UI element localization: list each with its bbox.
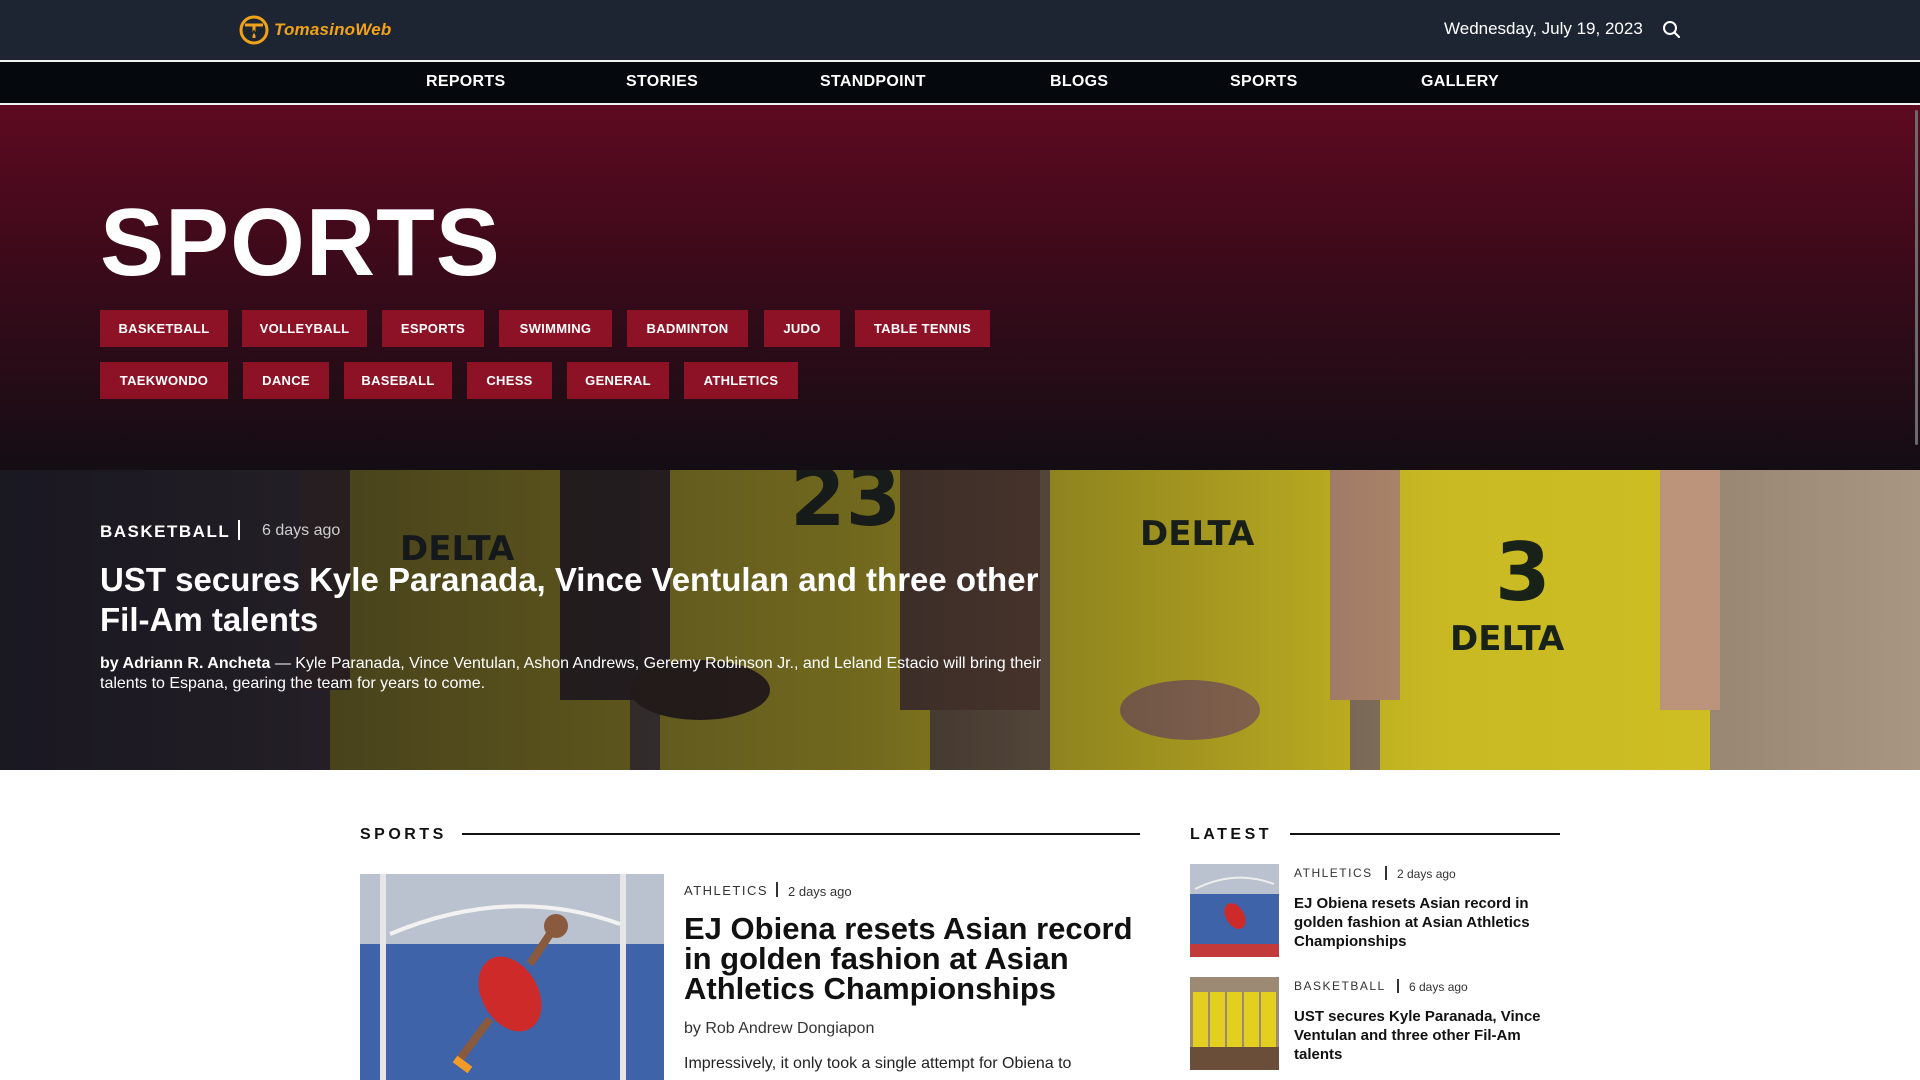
tag-swimming[interactable]: SWIMMING bbox=[499, 310, 612, 347]
featured-summary: by Adriann R. Ancheta — Kyle Paranada, V… bbox=[100, 654, 1060, 694]
top-bar: TomasinoWeb Wednesday, July 19, 2023 bbox=[0, 0, 1920, 60]
latest-item-title[interactable]: UST secures Kyle Paranada, Vince Ventula… bbox=[1294, 1007, 1564, 1064]
featured-story[interactable]: DELTA23DELTA3DELTA BASKETBALL 6 days ago… bbox=[0, 470, 1920, 770]
page-scrollbar[interactable] bbox=[1915, 110, 1918, 445]
sports-section-label: SPORTS bbox=[360, 826, 447, 843]
tag-badminton[interactable]: BADMINTON bbox=[627, 310, 748, 347]
pole-vault-thumb bbox=[1190, 864, 1279, 957]
main-nav: REPORTS STORIES STANDPOINT BLOGS SPORTS … bbox=[0, 60, 1920, 105]
tag-esports[interactable]: ESPORTS bbox=[382, 310, 484, 347]
sports-article-excerpt: Impressively, it only took a single atte… bbox=[684, 1055, 1072, 1072]
sports-article-title[interactable]: EJ Obiena resets Asian record in golden … bbox=[684, 913, 1144, 1004]
latest-item-time: 6 days ago bbox=[1409, 980, 1468, 994]
nav-item-sports[interactable]: SPORTS bbox=[1230, 73, 1298, 91]
latest-item-time: 2 days ago bbox=[1397, 867, 1456, 881]
tag-baseball[interactable]: BASEBALL bbox=[344, 362, 452, 399]
latest-section-label: LATEST bbox=[1190, 826, 1273, 843]
sports-article-category[interactable]: ATHLETICS bbox=[684, 883, 768, 898]
latest-section-divider bbox=[1290, 833, 1560, 835]
sports-article-time: 2 days ago bbox=[788, 884, 852, 899]
current-date: Wednesday, July 19, 2023 bbox=[1444, 19, 1643, 38]
tag-general[interactable]: GENERAL bbox=[567, 362, 669, 399]
featured-category[interactable]: BASKETBALL bbox=[100, 522, 230, 542]
sports-article-separator bbox=[776, 882, 778, 897]
tag-athletics[interactable]: ATHLETICS bbox=[684, 362, 798, 399]
latest-item-thumbnail[interactable] bbox=[1190, 864, 1279, 957]
tag-basketball[interactable]: BASKETBALL bbox=[100, 310, 228, 347]
featured-author[interactable]: by Adriann R. Ancheta bbox=[100, 655, 270, 672]
basketball-players-thumb bbox=[1190, 977, 1279, 1070]
sports-article-author[interactable]: by Rob Andrew Dongiapon bbox=[684, 1020, 874, 1038]
logo-text: TomasinoWeb bbox=[274, 20, 392, 39]
search-icon[interactable] bbox=[1660, 18, 1684, 42]
nav-item-blogs[interactable]: BLOGS bbox=[1050, 73, 1108, 91]
latest-item-separator bbox=[1397, 979, 1399, 993]
sports-hero: SPORTS BASKETBALL VOLLEYBALL ESPORTS SWI… bbox=[0, 105, 1920, 470]
pole-vault-photo bbox=[360, 874, 664, 1080]
tag-volleyball[interactable]: VOLLEYBALL bbox=[242, 310, 367, 347]
tag-judo[interactable]: JUDO bbox=[764, 310, 840, 347]
latest-item-thumbnail[interactable] bbox=[1190, 977, 1279, 1070]
nav-item-stories[interactable]: STORIES bbox=[626, 73, 698, 91]
logo-mark-icon bbox=[239, 15, 269, 45]
tag-taekwondo[interactable]: TAEKWONDO bbox=[100, 362, 228, 399]
tag-dance[interactable]: DANCE bbox=[243, 362, 329, 399]
latest-item-title[interactable]: EJ Obiena resets Asian record in golden … bbox=[1294, 894, 1564, 951]
sports-section-divider bbox=[462, 833, 1140, 835]
sports-article-image[interactable] bbox=[360, 874, 664, 1080]
featured-title[interactable]: UST secures Kyle Paranada, Vince Ventula… bbox=[100, 560, 1080, 640]
tag-chess[interactable]: CHESS bbox=[467, 362, 552, 399]
nav-item-reports[interactable]: REPORTS bbox=[426, 73, 505, 91]
nav-item-gallery[interactable]: GALLERY bbox=[1421, 73, 1499, 91]
nav-item-standpoint[interactable]: STANDPOINT bbox=[820, 73, 926, 91]
latest-item-separator bbox=[1385, 866, 1387, 880]
latest-item-category[interactable]: ATHLETICS bbox=[1294, 866, 1373, 880]
latest-item-category[interactable]: BASKETBALL bbox=[1294, 979, 1386, 993]
featured-time: 6 days ago bbox=[262, 522, 341, 539]
featured-separator bbox=[238, 520, 240, 540]
site-logo[interactable]: TomasinoWeb bbox=[238, 14, 391, 46]
page-title: SPORTS bbox=[100, 189, 501, 296]
tag-table-tennis[interactable]: TABLE TENNIS bbox=[855, 310, 990, 347]
